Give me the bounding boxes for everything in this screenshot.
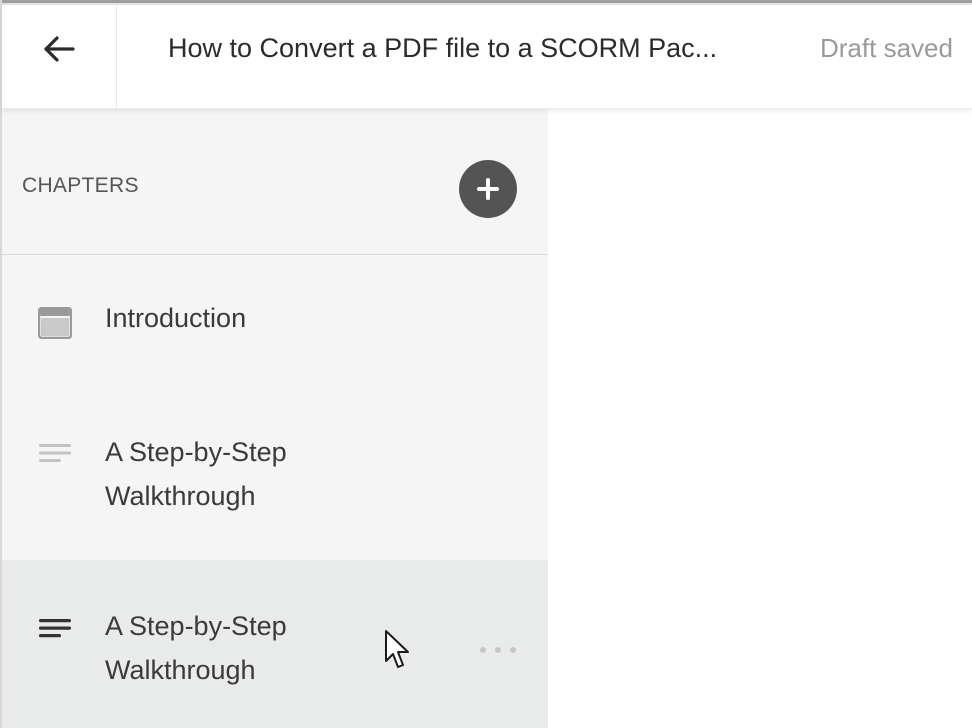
- chapter-label: Introduction: [105, 303, 247, 333]
- app-window: How to Convert a PDF file to a SCORM Pac…: [0, 0, 972, 728]
- chapters-header: CHAPTERS: [2, 108, 548, 255]
- save-status: Draft saved: [820, 33, 953, 63]
- editor-header: How to Convert a PDF file to a SCORM Pac…: [2, 5, 972, 109]
- back-button[interactable]: [2, 5, 117, 108]
- more-horizontal-icon: [480, 647, 486, 653]
- chapter-item-walkthrough[interactable]: A Step-by-Step Walkthrough: [2, 383, 548, 560]
- text-lines-icon: [39, 619, 71, 638]
- arrow-left-icon: [44, 35, 75, 62]
- chapter-item-walkthrough-active[interactable]: A Step-by-Step Walkthrough: [2, 560, 548, 728]
- chapter-more-button[interactable]: [480, 644, 516, 656]
- mouse-pointer-icon: [385, 630, 409, 668]
- add-chapter-button[interactable]: [459, 160, 517, 218]
- document-title[interactable]: How to Convert a PDF file to a SCORM Pac…: [168, 5, 717, 108]
- chapter-label: A Step-by-Step Walkthrough: [105, 611, 287, 685]
- text-lines-icon: [39, 444, 71, 462]
- chapter-label: A Step-by-Step Walkthrough: [105, 437, 287, 511]
- page-icon: [38, 307, 72, 339]
- chapters-heading: CHAPTERS: [22, 174, 139, 197]
- chapter-item-introduction[interactable]: Introduction: [2, 255, 548, 383]
- chapters-sidebar: CHAPTERS Introduction A Step-by-Step Wal…: [2, 108, 548, 728]
